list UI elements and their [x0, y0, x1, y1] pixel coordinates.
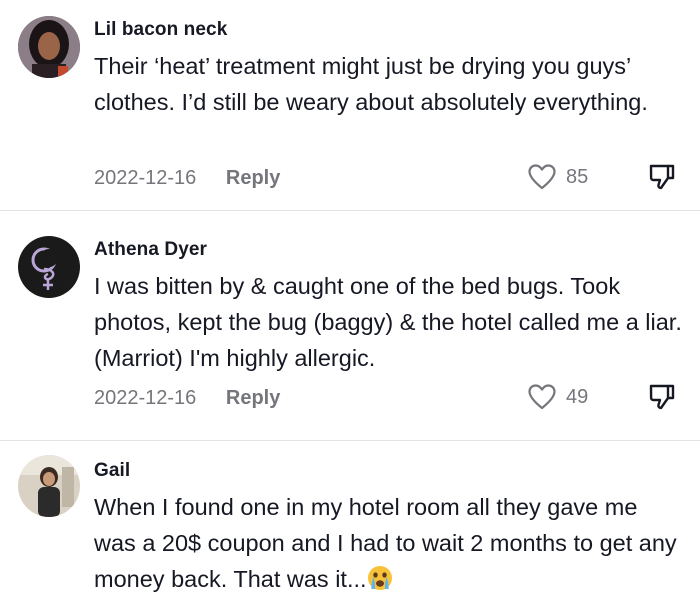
comment-meta: 2022-12-16 Reply: [94, 387, 280, 410]
profile-photo-icon: [18, 16, 80, 78]
comment-text: Their ‘heat’ treatment might just be dry…: [94, 53, 648, 115]
comment-text: When I found one in my hotel room all th…: [94, 489, 684, 601]
moon-symbol-icon: [18, 236, 80, 298]
heart-icon: [528, 164, 556, 190]
dislike-button[interactable]: [648, 383, 676, 416]
thumbs-down-icon: [649, 164, 675, 190]
avatar[interactable]: [18, 16, 80, 78]
comment-author[interactable]: Athena Dyer: [94, 239, 207, 261]
crying-face-emoji: [367, 565, 393, 601]
reply-button[interactable]: Reply: [226, 167, 280, 190]
comment-author[interactable]: Gail: [94, 460, 130, 482]
comment-date: 2022-12-16: [94, 387, 197, 409]
crying-face-icon: [367, 566, 392, 590]
divider: [0, 210, 700, 211]
heart-icon: [528, 384, 556, 410]
comment-item: Lil bacon neck Their ‘heat’ treatment mi…: [0, 0, 700, 210]
comment-date: 2022-12-16: [94, 167, 197, 189]
like-button[interactable]: 85: [528, 164, 588, 190]
dislike-button[interactable]: [648, 163, 676, 196]
thumbs-down-icon: [649, 384, 675, 410]
like-button[interactable]: 49: [528, 384, 588, 410]
comment-text: I was bitten by & caught one of the bed …: [94, 273, 682, 371]
like-count: 49: [566, 385, 589, 408]
avatar[interactable]: [18, 236, 80, 298]
profile-photo-icon: [18, 455, 80, 517]
avatar[interactable]: [18, 455, 80, 517]
comment-meta: 2022-12-16 Reply: [94, 167, 280, 190]
like-count: 85: [566, 165, 589, 188]
comment-author[interactable]: Lil bacon neck: [94, 19, 227, 41]
reply-button[interactable]: Reply: [226, 387, 280, 410]
comment-item: Gail When I found one in my hotel room a…: [0, 441, 700, 600]
comment-item: Athena Dyer I was bitten by & caught one…: [0, 222, 700, 438]
